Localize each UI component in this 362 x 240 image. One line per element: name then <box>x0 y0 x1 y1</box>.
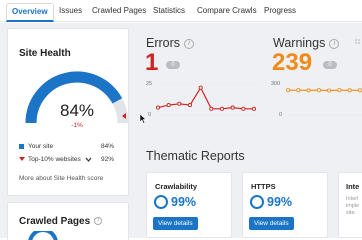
site-health-card: Site Health 84% -1% Your site 84% Top-10… <box>7 28 129 196</box>
thematic-reports-title: Thematic Reports <box>146 149 245 163</box>
report-tabs: Overview Issues Crawled Pages Statistics… <box>0 0 362 22</box>
errors-axis-top: 25 <box>146 81 153 87</box>
mouse-cursor-icon <box>140 114 147 124</box>
warnings-badge: 0 <box>323 61 337 69</box>
warnings-axis-top: 300 <box>271 81 281 87</box>
https-card: HTTPS 99% View details <box>242 172 328 238</box>
warnings-point[interactable] <box>327 88 332 93</box>
tab-overview[interactable]: Overview <box>6 3 54 22</box>
errors-point[interactable] <box>251 106 256 111</box>
warnings-point[interactable] <box>337 88 342 93</box>
crawled-pages-title: Crawled Pages i <box>19 216 103 227</box>
site-health-title: Site Health <box>19 48 71 59</box>
errors-point[interactable] <box>241 106 246 111</box>
dashboard-content: Site Health 84% -1% Your site 84% Top-10… <box>0 23 362 240</box>
info-icon[interactable]: i <box>329 38 340 49</box>
errors-title: Errors i <box>146 36 195 50</box>
crawlability-title: Crawlability <box>155 182 198 191</box>
tab-statistics[interactable]: Statistics <box>153 6 185 15</box>
triangle-down-icon <box>19 157 25 162</box>
warnings-point[interactable] <box>306 88 311 93</box>
warnings-point[interactable] <box>316 88 321 93</box>
site-health-delta: -1% <box>71 122 83 129</box>
drag-handle-icon[interactable] <box>354 38 362 46</box>
warnings-value[interactable]: 239 <box>272 49 312 77</box>
tab-crawled-pages[interactable]: Crawled Pages <box>92 6 146 15</box>
warnings-axis-bottom: 0 <box>279 112 283 118</box>
internal-linking-card: Inte Interl imple site. <box>338 172 362 238</box>
info-icon[interactable]: i <box>94 217 103 226</box>
warnings-point[interactable] <box>347 88 352 93</box>
errors-chart <box>156 83 256 116</box>
errors-point[interactable] <box>187 103 193 108</box>
errors-series <box>157 86 254 110</box>
info-icon[interactable]: i <box>184 38 195 49</box>
https-view-details-button[interactable]: View details <box>249 217 294 230</box>
legend-top10[interactable]: Top-10% websites <box>19 156 92 163</box>
tab-progress[interactable]: Progress <box>264 6 296 15</box>
errors-point[interactable] <box>230 105 235 110</box>
https-title: HTTPS <box>251 182 276 191</box>
errors-value[interactable]: 1 <box>145 49 158 77</box>
errors-point[interactable] <box>198 85 203 90</box>
internal-linking-desc-3: site. <box>346 210 357 216</box>
https-value: 99% <box>267 195 293 209</box>
https-ring <box>250 195 264 209</box>
errors-badge: 0 <box>166 61 180 69</box>
legend-your-site-value: 84% <box>100 143 114 150</box>
errors-axis-bottom: 0 <box>148 112 152 118</box>
warnings-point[interactable] <box>357 88 362 93</box>
errors-point[interactable] <box>156 105 161 110</box>
crawled-pages-donut <box>28 231 58 240</box>
crawlability-card: Crawlability 99% View details <box>146 172 232 238</box>
legend-top10-value: 92% <box>100 156 114 163</box>
chevron-down-icon[interactable] <box>85 157 92 162</box>
warnings-chart <box>286 83 362 116</box>
crawlability-view-details-button[interactable]: View details <box>153 217 198 230</box>
warnings-title: Warnings i <box>273 36 340 50</box>
site-health-more-link[interactable]: More about Site Health score <box>19 175 103 182</box>
errors-point[interactable] <box>209 106 214 111</box>
internal-linking-desc-2: imple <box>346 203 360 209</box>
internal-linking-title: Inte <box>346 182 360 191</box>
errors-point[interactable] <box>177 101 182 106</box>
tab-compare-crawls[interactable]: Compare Crawls <box>197 6 257 15</box>
legend-swatch <box>19 143 24 149</box>
legend-your-site: Your site <box>19 143 53 150</box>
crawlability-value: 99% <box>171 195 197 209</box>
errors-point[interactable] <box>166 103 171 108</box>
site-health-value: 84% <box>59 101 95 120</box>
warnings-point[interactable] <box>296 88 301 93</box>
internal-linking-desc-1: Interl <box>346 196 359 202</box>
errors-point[interactable] <box>219 106 225 111</box>
tab-issues[interactable]: Issues <box>59 6 82 15</box>
warnings-point[interactable] <box>286 88 291 93</box>
crawled-pages-card: Crawled Pages i <box>7 202 129 240</box>
crawlability-ring <box>154 195 168 209</box>
